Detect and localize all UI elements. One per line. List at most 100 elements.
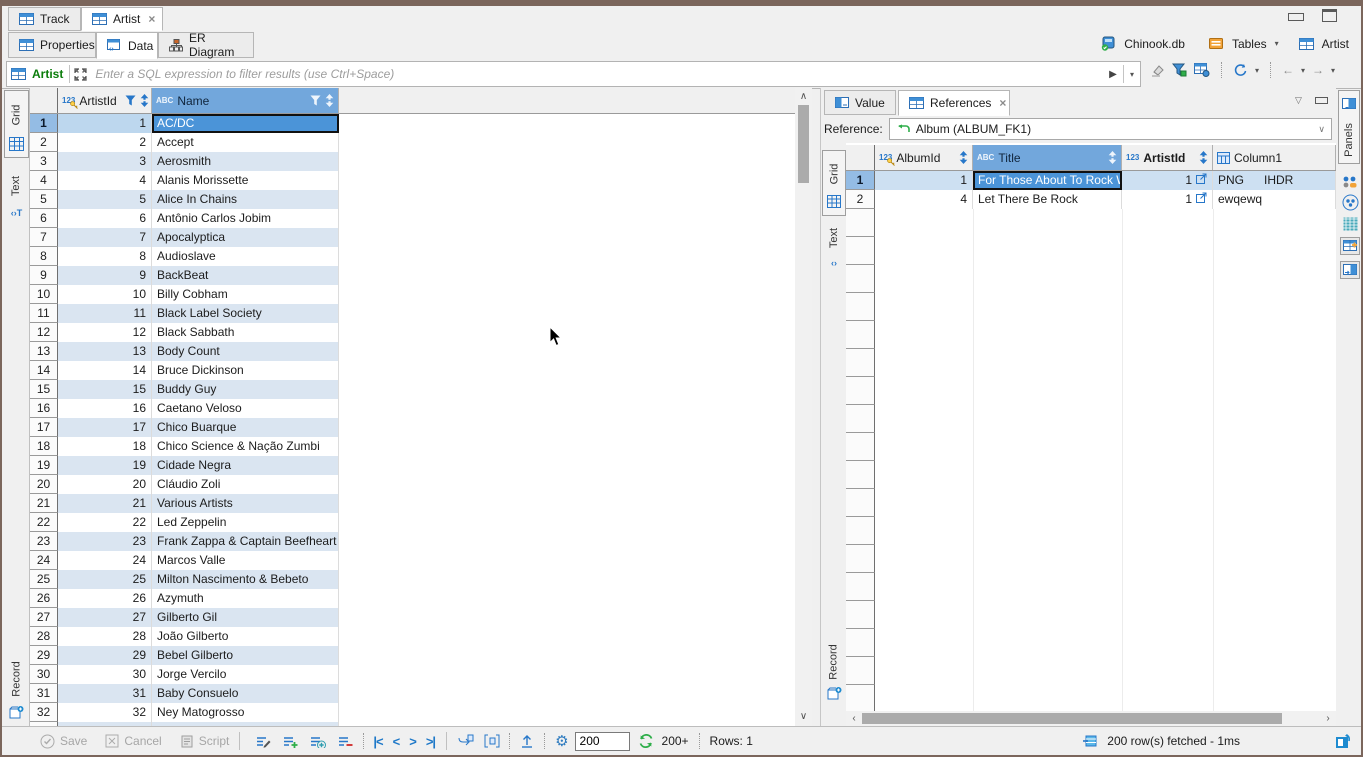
fetch-all-rows-icon[interactable] <box>484 734 500 748</box>
column-filter-icon[interactable] <box>310 95 321 106</box>
row-number[interactable]: 28 <box>30 627 58 646</box>
cell-artistid[interactable]: 11 <box>58 304 152 323</box>
cell-artistid[interactable]: 17 <box>58 418 152 437</box>
scroll-up-icon[interactable]: ∧ <box>795 90 812 104</box>
cell-artistid[interactable]: 1 <box>1122 190 1213 209</box>
tab-references[interactable]: References × <box>898 90 1010 116</box>
row-number[interactable]: 20 <box>30 475 58 494</box>
row-number[interactable]: 17 <box>30 418 58 437</box>
table-row[interactable]: 55Alice In Chains <box>30 190 795 209</box>
table-row[interactable]: 1212Black Sabbath <box>30 323 795 342</box>
sort-icon[interactable] <box>140 94 149 107</box>
row-number[interactable]: 30 <box>30 665 58 684</box>
cell-artistid[interactable]: 7 <box>58 228 152 247</box>
fetch-next-page-icon[interactable] <box>458 734 474 748</box>
cell-artistid[interactable]: 24 <box>58 551 152 570</box>
cell-name[interactable]: Audioslave <box>152 247 339 266</box>
previous-row-icon[interactable]: < <box>393 734 400 749</box>
row-number[interactable]: 2 <box>846 190 875 209</box>
nav-back-menu-icon[interactable]: ▾ <box>1301 66 1305 75</box>
table-row[interactable]: 2929Bebel Gilberto <box>30 646 795 665</box>
table-row[interactable]: 24Let There Be Rock1ewqewq <box>846 190 1336 209</box>
row-number[interactable]: 31 <box>30 684 58 703</box>
fetch-more-label[interactable]: 200+ <box>662 734 689 748</box>
table-row[interactable]: 2323Frank Zappa & Captain Beefheart <box>30 532 795 551</box>
filter-history-icon[interactable]: ▾ <box>1124 64 1140 84</box>
row-number[interactable]: 5 <box>30 190 58 209</box>
calc-panel-icon[interactable] <box>1343 217 1358 231</box>
tab-artist[interactable]: Artist × <box>81 7 163 31</box>
next-row-icon[interactable]: > <box>409 734 416 749</box>
cell-artistid[interactable]: 29 <box>58 646 152 665</box>
edit-row-icon[interactable] <box>256 735 271 748</box>
cell-name[interactable]: Led Zeppelin <box>152 513 339 532</box>
row-number[interactable]: 22 <box>30 513 58 532</box>
row-number[interactable]: 26 <box>30 589 58 608</box>
table-row[interactable]: 66Antônio Carlos Jobim <box>30 209 795 228</box>
row-number[interactable]: 2 <box>30 133 58 152</box>
cell-artistid[interactable]: 9 <box>58 266 152 285</box>
table-row[interactable]: 1010Billy Cobham <box>30 285 795 304</box>
row-number[interactable]: 14 <box>30 361 58 380</box>
cell-name[interactable]: AC/DC <box>152 114 339 133</box>
cell-name[interactable]: Black Label Society <box>152 304 339 323</box>
table-row[interactable]: 2222Led Zeppelin <box>30 513 795 532</box>
cell-artistid[interactable]: 26 <box>58 589 152 608</box>
close-icon[interactable]: × <box>148 12 155 26</box>
metadata-panel-icon[interactable] <box>1340 237 1360 255</box>
cell-artistid[interactable]: 27 <box>58 608 152 627</box>
cell-artistid[interactable]: 18 <box>58 437 152 456</box>
cell-name[interactable]: Cláudio Zoli <box>152 475 339 494</box>
last-row-icon[interactable]: >| <box>426 734 435 749</box>
cell-name[interactable]: Bebel Gilberto <box>152 646 339 665</box>
row-number[interactable]: 6 <box>30 209 58 228</box>
tab-properties[interactable]: Properties <box>8 32 96 58</box>
filter-bar[interactable]: Artist Enter a SQL expression to filter … <box>6 61 1141 87</box>
references-grid[interactable]: 123 AlbumId ABC Title 123 ArtistId Colum… <box>846 143 1336 711</box>
table-row[interactable]: 2020Cláudio Zoli <box>30 475 795 494</box>
cell-name[interactable]: João Gilberto <box>152 627 339 646</box>
table-row[interactable]: 3232Ney Matogrosso <box>30 703 795 722</box>
cell-artistid[interactable]: 1 <box>1122 171 1213 190</box>
horizontal-scrollbar[interactable]: ‹ › <box>846 711 1336 726</box>
cell-name[interactable]: Milton Nascimento & Bebeto <box>152 570 339 589</box>
table-row[interactable]: 1717Chico Buarque <box>30 418 795 437</box>
cell-artistid[interactable]: 22 <box>58 513 152 532</box>
sort-icon[interactable] <box>1108 151 1117 164</box>
corner-cell[interactable] <box>30 88 58 113</box>
column-header-title[interactable]: ABC Title <box>973 145 1122 170</box>
row-number[interactable]: 9 <box>30 266 58 285</box>
row-number[interactable]: 25 <box>30 570 58 589</box>
cell-name[interactable]: Baby Consuelo <box>152 684 339 703</box>
scrollbar-thumb[interactable] <box>798 105 809 183</box>
cell-name[interactable]: Accept <box>152 133 339 152</box>
table-row[interactable]: 33Aerosmith <box>30 152 795 171</box>
row-number[interactable]: 7 <box>30 228 58 247</box>
table-row[interactable]: 1515Buddy Guy <box>30 380 795 399</box>
cell-column1[interactable]: PNG IHDR <box>1213 171 1336 190</box>
column-filter-icon[interactable] <box>125 95 136 106</box>
cell-artistid[interactable]: 28 <box>58 627 152 646</box>
cell-name[interactable]: Azymuth <box>152 589 339 608</box>
cell-artistid[interactable]: 1 <box>58 114 152 133</box>
apply-filter-icon[interactable]: ▶ <box>1105 64 1121 84</box>
database-name[interactable]: Chinook.db <box>1124 37 1185 51</box>
ref-presentation-tab-text[interactable]: Text ‹› <box>822 222 846 280</box>
row-number[interactable]: 3 <box>30 152 58 171</box>
tables-node[interactable]: Tables <box>1232 37 1267 51</box>
row-number[interactable]: 1 <box>30 114 58 133</box>
scroll-down-icon[interactable]: ∨ <box>795 710 812 724</box>
row-number[interactable]: 32 <box>30 703 58 722</box>
row-number[interactable]: 4 <box>30 171 58 190</box>
row-number[interactable]: 23 <box>30 532 58 551</box>
table-row[interactable]: 2626Azymuth <box>30 589 795 608</box>
cell-name[interactable]: Jorge Vercilo <box>152 665 339 684</box>
cell-name[interactable]: Aerosmith <box>152 152 339 171</box>
table-row[interactable]: 1919Cidade Negra <box>30 456 795 475</box>
first-row-icon[interactable]: |< <box>373 734 382 749</box>
table-row[interactable]: 1414Bruce Dickinson <box>30 361 795 380</box>
gear-icon[interactable]: ⚙ <box>555 734 568 749</box>
corner-cell[interactable] <box>846 145 875 170</box>
row-number[interactable]: 13 <box>30 342 58 361</box>
cell-artistid[interactable]: 30 <box>58 665 152 684</box>
